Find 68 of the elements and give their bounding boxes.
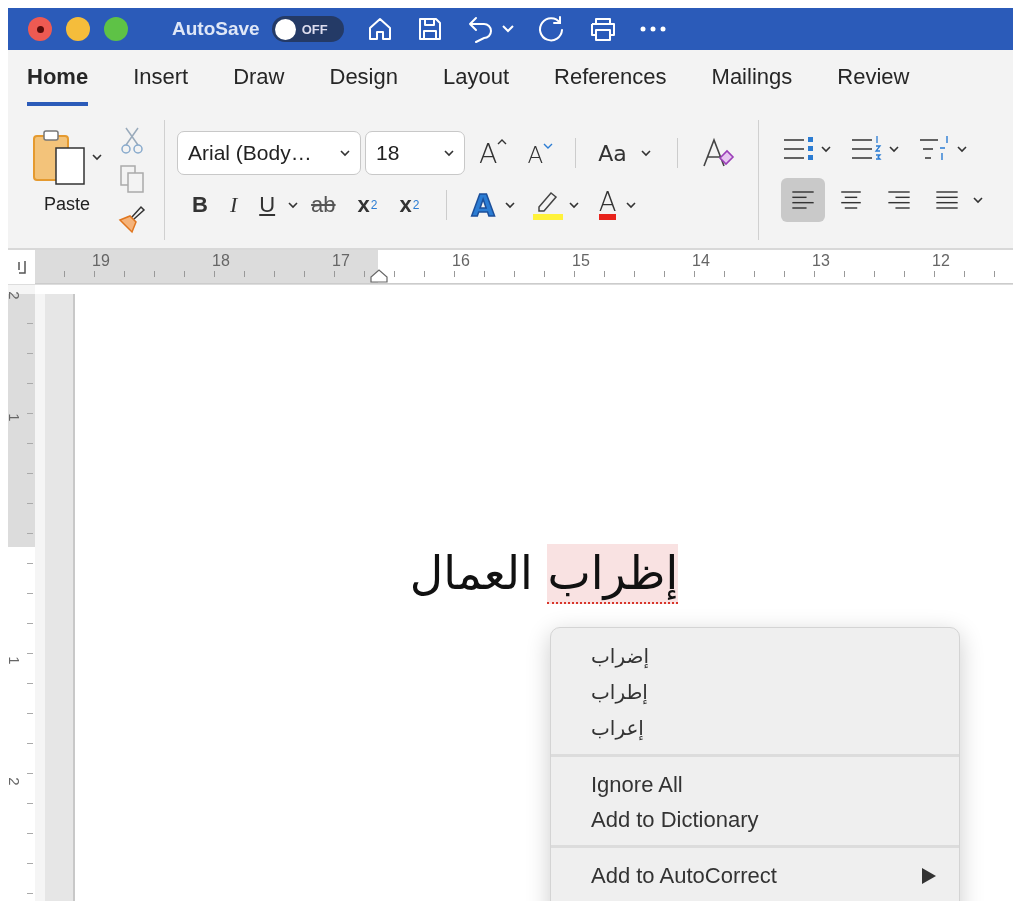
- font-name-dropdown[interactable]: Arial (Body…: [177, 131, 361, 175]
- submenu-arrow-icon: [921, 866, 937, 885]
- suggestion-item[interactable]: إضراب: [551, 638, 959, 674]
- ribbon-tab[interactable]: Layout: [443, 56, 510, 106]
- chevron-icon[interactable]: [820, 145, 831, 153]
- paste-icon[interactable]: [32, 128, 88, 186]
- chevron-icon[interactable]: [956, 145, 967, 153]
- ribbon-tab[interactable]: Insert: [133, 56, 189, 106]
- chevron-icon[interactable]: [92, 153, 102, 161]
- suggestion-item[interactable]: إعراب: [551, 710, 959, 746]
- text-effects-button[interactable]: A: [465, 187, 501, 223]
- ruler-number: 16: [451, 251, 471, 270]
- font-color-button[interactable]: A: [592, 187, 623, 223]
- chevron-icon[interactable]: [972, 196, 983, 204]
- document-word: إظراب: [547, 544, 679, 604]
- ruler-number: 1: [5, 655, 23, 665]
- ribbon-tab[interactable]: Mailings: [711, 56, 793, 106]
- ruler-number: 15: [571, 251, 591, 270]
- tab-stop-icon[interactable]: [15, 259, 28, 275]
- more-icon[interactable]: [639, 26, 666, 32]
- ribbon-tab[interactable]: Review: [837, 56, 910, 106]
- strikethrough-button[interactable]: ab: [302, 187, 345, 223]
- ribbon-tab[interactable]: Design: [329, 56, 398, 106]
- chevron-icon[interactable]: [888, 145, 899, 153]
- document-word: العمال: [409, 545, 533, 602]
- italic-button[interactable]: I: [220, 187, 247, 223]
- change-case-button[interactable]: Aa: [592, 139, 633, 167]
- chevron-icon[interactable]: [340, 149, 350, 157]
- zoom-button[interactable]: [104, 17, 128, 41]
- ruler-number: 1: [5, 412, 23, 422]
- chevron-icon[interactable]: [504, 201, 515, 209]
- menu-item[interactable]: Add to AutoCorrect: [551, 858, 959, 893]
- minimize-button[interactable]: [66, 17, 90, 41]
- bold-button[interactable]: B: [183, 187, 217, 223]
- chevron-icon[interactable]: [626, 201, 637, 209]
- format-painter-icon[interactable]: [117, 204, 147, 234]
- close-button[interactable]: [28, 17, 52, 41]
- chevron-icon[interactable]: [568, 201, 579, 209]
- superscript-button[interactable]: x$^{2}$: [390, 187, 429, 223]
- align-left-button[interactable]: [780, 178, 825, 222]
- underline-button[interactable]: U: [250, 187, 285, 223]
- menu-item[interactable]: Ignore All: [551, 767, 959, 802]
- ruler-number: 2: [5, 777, 23, 786]
- suggestion-item[interactable]: إطراب: [551, 674, 959, 710]
- paste-label[interactable]: Paste: [44, 194, 90, 215]
- font-size-dropdown[interactable]: 18: [365, 131, 465, 175]
- chevron-icon[interactable]: [640, 149, 651, 157]
- caret-up-icon: [497, 137, 508, 146]
- highlighter-icon[interactable]: [530, 189, 565, 221]
- ruler-number: 18: [211, 251, 231, 270]
- ruler-number: 2: [5, 291, 23, 300]
- autosave-toggle[interactable]: OFF: [271, 16, 344, 42]
- grow-font-button[interactable]: A: [473, 137, 514, 169]
- ruler-number: 12: [931, 251, 951, 270]
- menu-item[interactable]: Add to Dictionary: [551, 802, 959, 837]
- caret-down-icon: [543, 142, 554, 150]
- ribbon-tab[interactable]: References: [554, 56, 667, 106]
- indent-marker-icon[interactable]: [370, 269, 388, 283]
- ribbon-tab[interactable]: Draw: [233, 56, 285, 106]
- shrink-font-button[interactable]: A: [521, 142, 560, 168]
- ribbon-tab[interactable]: Home: [27, 56, 89, 106]
- ruler-number: 17: [331, 251, 351, 270]
- chevron-icon[interactable]: [444, 149, 454, 157]
- ruler-number: 14: [691, 251, 711, 270]
- ruler-number: 13: [811, 251, 831, 270]
- autosave-label: AutoSave: [172, 18, 260, 40]
- ruler-number: 19: [91, 251, 111, 270]
- chevron-icon[interactable]: [288, 201, 299, 209]
